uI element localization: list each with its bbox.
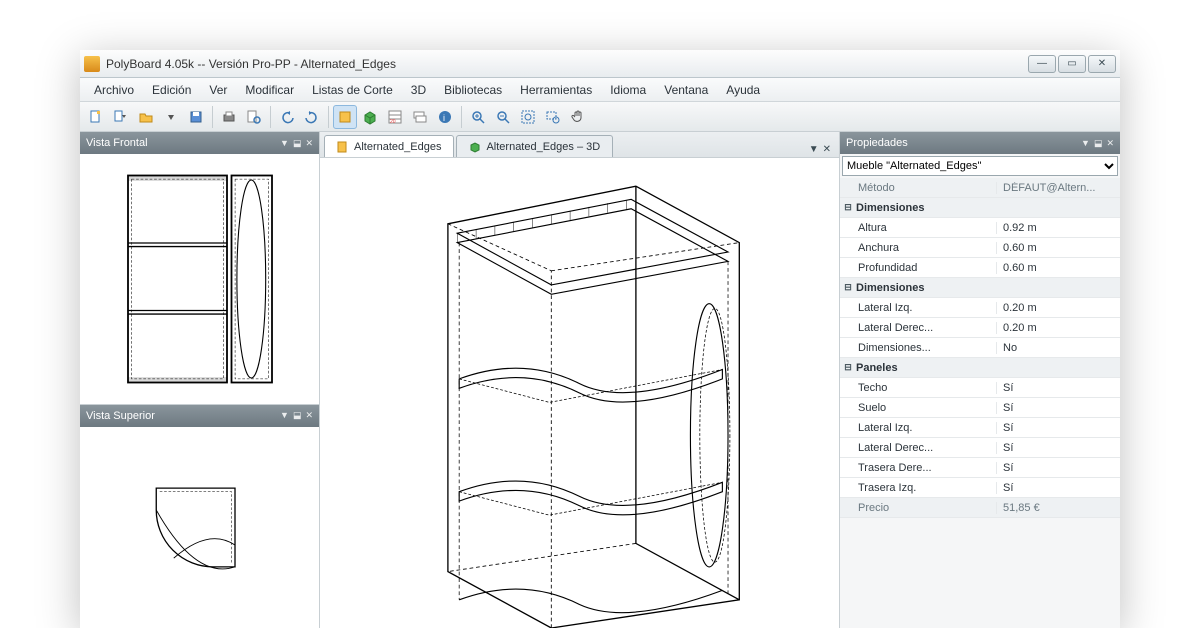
panel-close-icon[interactable]: ✕: [1106, 138, 1114, 149]
svg-text:i: i: [443, 113, 445, 123]
menu-ayuda[interactable]: Ayuda: [718, 81, 768, 99]
prop-row-altura[interactable]: Altura0.92 m: [840, 218, 1120, 238]
prop-row-dimensiones-flag[interactable]: Dimensiones...No: [840, 338, 1120, 358]
zoom-in-button[interactable]: [466, 105, 490, 129]
tab-close-icon[interactable]: ✕: [823, 144, 831, 155]
prop-group-dimensiones[interactable]: ⊟Dimensiones: [840, 198, 1120, 218]
menubar: Archivo Edición Ver Modificar Listas de …: [80, 78, 1120, 102]
panel-vista-superior-header[interactable]: Vista Superior ▼ ⬓✕: [80, 405, 319, 427]
view-3d-button[interactable]: [358, 105, 382, 129]
menu-modificar[interactable]: Modificar: [237, 81, 302, 99]
print-button[interactable]: [217, 105, 241, 129]
maximize-button[interactable]: ▭: [1058, 55, 1086, 73]
menu-ver[interactable]: Ver: [201, 81, 235, 99]
cut-list-button[interactable]: 20: [383, 105, 407, 129]
zoom-fit-button[interactable]: [516, 105, 540, 129]
window-title: PolyBoard 4.05k -- Versión Pro-PP - Alte…: [106, 57, 1028, 71]
zoom-out-button[interactable]: [491, 105, 515, 129]
prop-row-trasera-izq[interactable]: Trasera Izq.Sí: [840, 478, 1120, 498]
print-preview-button[interactable]: [242, 105, 266, 129]
collapse-icon[interactable]: ⊟: [840, 202, 856, 213]
panel-vista-superior-title: Vista Superior: [86, 410, 155, 422]
main-3d-viewport[interactable]: [320, 158, 839, 628]
pan-button[interactable]: [566, 105, 590, 129]
svg-text:20: 20: [390, 119, 396, 125]
panel-propiedades-header[interactable]: Propiedades ▼ ⬓✕: [840, 132, 1120, 154]
tab-alternated-edges-3d[interactable]: Alternated_Edges – 3D: [456, 135, 613, 157]
menu-3d[interactable]: 3D: [403, 81, 434, 99]
cube-icon: [469, 141, 481, 153]
prop-row-panel-lateral-der[interactable]: Lateral Derec...Sí: [840, 438, 1120, 458]
prop-group-paneles[interactable]: ⊟Paneles: [840, 358, 1120, 378]
prop-row-panel-lateral-izq[interactable]: Lateral Izq.Sí: [840, 418, 1120, 438]
menu-listas-corte[interactable]: Listas de Corte: [304, 81, 401, 99]
tab-label: Alternated_Edges: [354, 141, 441, 153]
undo-button[interactable]: [275, 105, 299, 129]
panel-dropdown-icon[interactable]: ▼: [280, 138, 289, 149]
menu-edicion[interactable]: Edición: [144, 81, 199, 99]
redo-button[interactable]: [300, 105, 324, 129]
titlebar: PolyBoard 4.05k -- Versión Pro-PP - Alte…: [80, 50, 1120, 78]
save-button[interactable]: [184, 105, 208, 129]
prop-row-suelo[interactable]: SueloSí: [840, 398, 1120, 418]
document-icon: [337, 141, 349, 153]
panel-close-icon[interactable]: ✕: [305, 138, 313, 149]
panel-dropdown-icon[interactable]: ▼: [280, 410, 289, 421]
zoom-window-button[interactable]: [541, 105, 565, 129]
info-button[interactable]: i: [433, 105, 457, 129]
panel-dropdown-icon[interactable]: ▼: [1081, 138, 1090, 149]
menu-bibliotecas[interactable]: Bibliotecas: [436, 81, 510, 99]
open-dropdown-button[interactable]: [159, 105, 183, 129]
tab-dropdown-icon[interactable]: ▼: [809, 144, 819, 155]
pin-icon[interactable]: ⬓: [293, 138, 302, 149]
app-icon: [84, 56, 100, 72]
vista-superior-viewport[interactable]: [80, 427, 319, 628]
prop-group-dimensiones-2[interactable]: ⊟Dimensiones: [840, 278, 1120, 298]
pin-icon[interactable]: ⬓: [1094, 138, 1103, 149]
prop-row-metodo[interactable]: MétodoDÉFAUT@Altern...: [840, 178, 1120, 198]
collapse-icon[interactable]: ⊟: [840, 362, 856, 373]
tab-label: Alternated_Edges – 3D: [486, 141, 600, 153]
vista-frontal-viewport[interactable]: [80, 154, 319, 404]
menu-herramientas[interactable]: Herramientas: [512, 81, 600, 99]
menu-idioma[interactable]: Idioma: [602, 81, 654, 99]
new-file-arrow-button[interactable]: [109, 105, 133, 129]
prop-row-precio[interactable]: Precio51,85 €: [840, 498, 1120, 518]
open-button[interactable]: [134, 105, 158, 129]
minimize-button[interactable]: —: [1028, 55, 1056, 73]
prop-row-anchura[interactable]: Anchura0.60 m: [840, 238, 1120, 258]
new-file-button[interactable]: [84, 105, 108, 129]
panel-propiedades-title: Propiedades: [846, 137, 908, 149]
panel-close-icon[interactable]: ✕: [305, 410, 313, 421]
toolbar: 20 i: [80, 102, 1120, 132]
view-2d-button[interactable]: [333, 105, 357, 129]
pin-icon[interactable]: ⬓: [293, 410, 302, 421]
panel-vista-frontal-header[interactable]: Vista Frontal ▼ ⬓✕: [80, 132, 319, 154]
panel-vista-frontal-title: Vista Frontal: [86, 137, 148, 149]
collapse-icon[interactable]: ⊟: [840, 282, 856, 293]
prop-row-lateral-izq[interactable]: Lateral Izq.0.20 m: [840, 298, 1120, 318]
close-button[interactable]: ✕: [1088, 55, 1116, 73]
labels-button[interactable]: [408, 105, 432, 129]
menu-archivo[interactable]: Archivo: [86, 81, 142, 99]
menu-ventana[interactable]: Ventana: [656, 81, 716, 99]
document-tabs: Alternated_Edges Alternated_Edges – 3D ▼…: [320, 132, 839, 158]
properties-grid: MétodoDÉFAUT@Altern... ⊟Dimensiones Altu…: [840, 178, 1120, 518]
prop-row-techo[interactable]: TechoSí: [840, 378, 1120, 398]
prop-row-lateral-der[interactable]: Lateral Derec...0.20 m: [840, 318, 1120, 338]
properties-selector[interactable]: Mueble "Alternated_Edges": [842, 156, 1118, 176]
prop-row-profundidad[interactable]: Profundidad0.60 m: [840, 258, 1120, 278]
prop-row-trasera-der[interactable]: Trasera Dere...Sí: [840, 458, 1120, 478]
tab-alternated-edges[interactable]: Alternated_Edges: [324, 135, 454, 157]
